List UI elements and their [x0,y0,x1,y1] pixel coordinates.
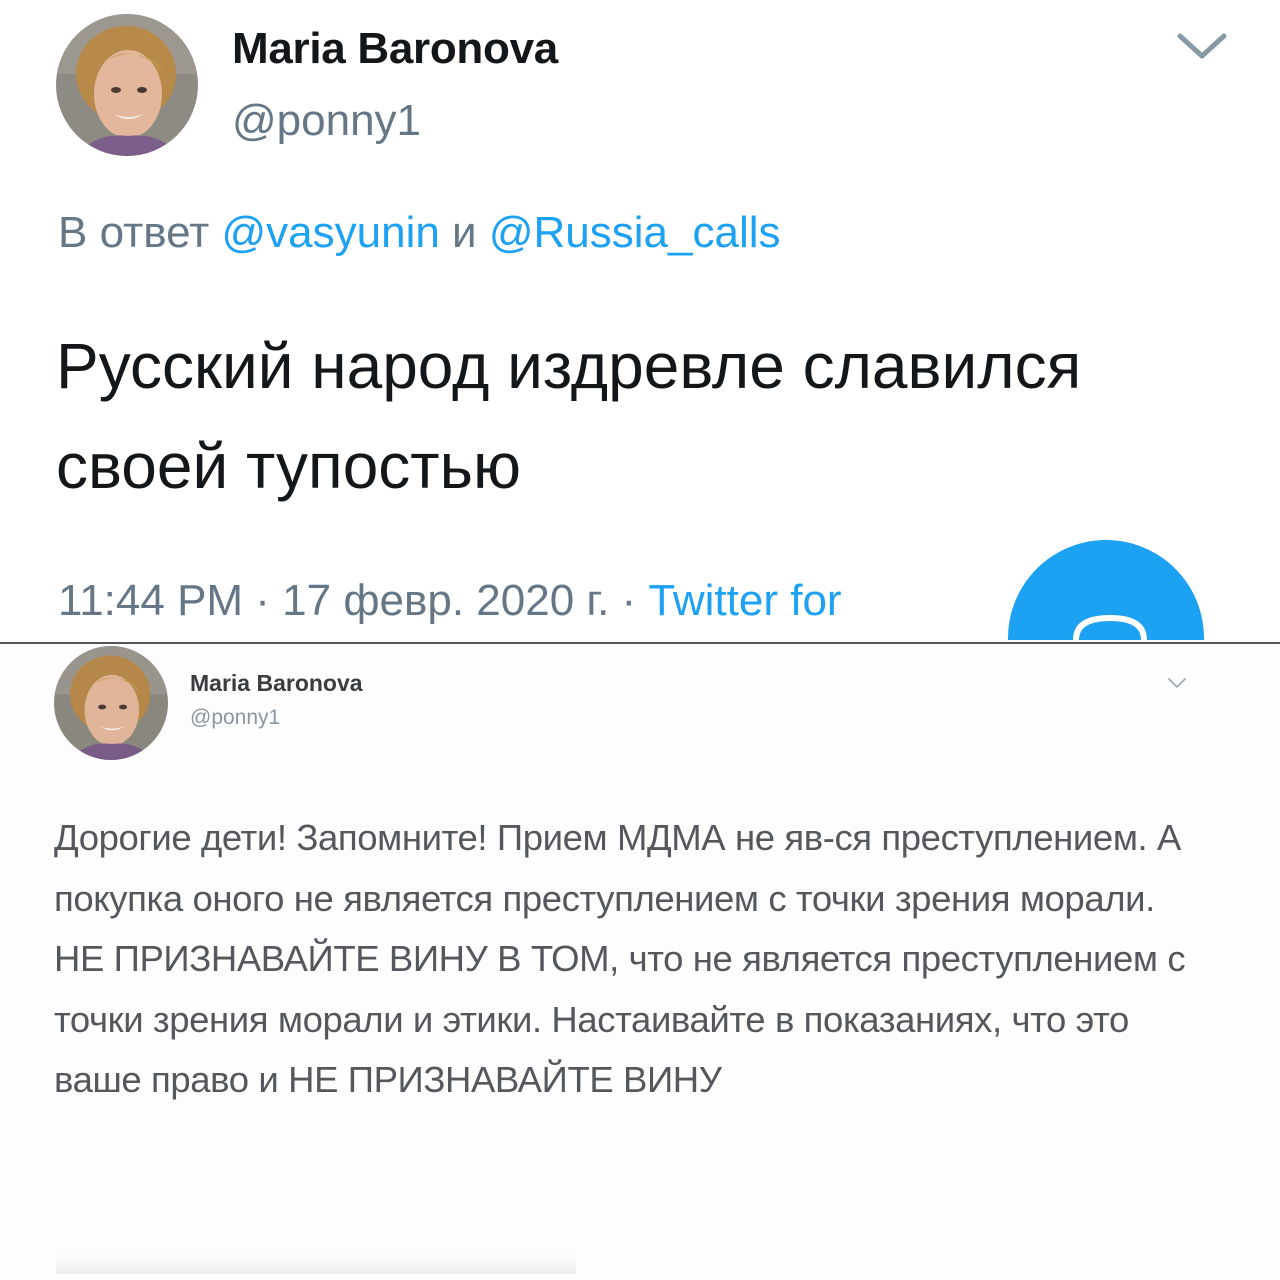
tweet-top: Maria Baronova @ponny1 В ответ @vasyunin… [0,0,1280,640]
reply-mention-1[interactable]: @vasyunin [222,208,440,257]
author-handle[interactable]: @ponny1 [232,96,421,146]
chevron-down-icon[interactable] [1166,676,1188,690]
avatar[interactable] [56,14,198,156]
reply-mention-2[interactable]: @Russia_calls [489,208,781,257]
timestamp[interactable]: 11:44 PM · 17 февр. 2020 г. · [58,576,648,625]
reply-joiner: и [439,208,489,257]
chevron-down-icon[interactable] [1172,26,1232,66]
author-handle[interactable]: @ponny1 [190,706,280,730]
author-name[interactable]: Maria Baronova [190,670,363,697]
tweet-source[interactable]: Twitter for [648,576,841,625]
reply-context: В ответ @vasyunin и @Russia_calls [58,208,781,258]
tweet-text: Русский народ издревле славился своей ту… [56,330,1082,502]
tweet-text: Дорогие дети! Запомните! Прием МДМА не я… [54,817,1186,1100]
compose-tweet-icon [1073,614,1147,640]
tweet-bottom: Maria Baronova @ponny1 Дорогие дети! Зап… [0,644,1280,1280]
reply-prefix: В ответ [58,208,222,257]
avatar[interactable] [54,646,168,760]
tweet-meta: 11:44 PM · 17 февр. 2020 г. · Twitter fo… [58,576,842,626]
tweet-meta-cropped [56,1254,576,1274]
author-name[interactable]: Maria Baronova [232,24,558,74]
